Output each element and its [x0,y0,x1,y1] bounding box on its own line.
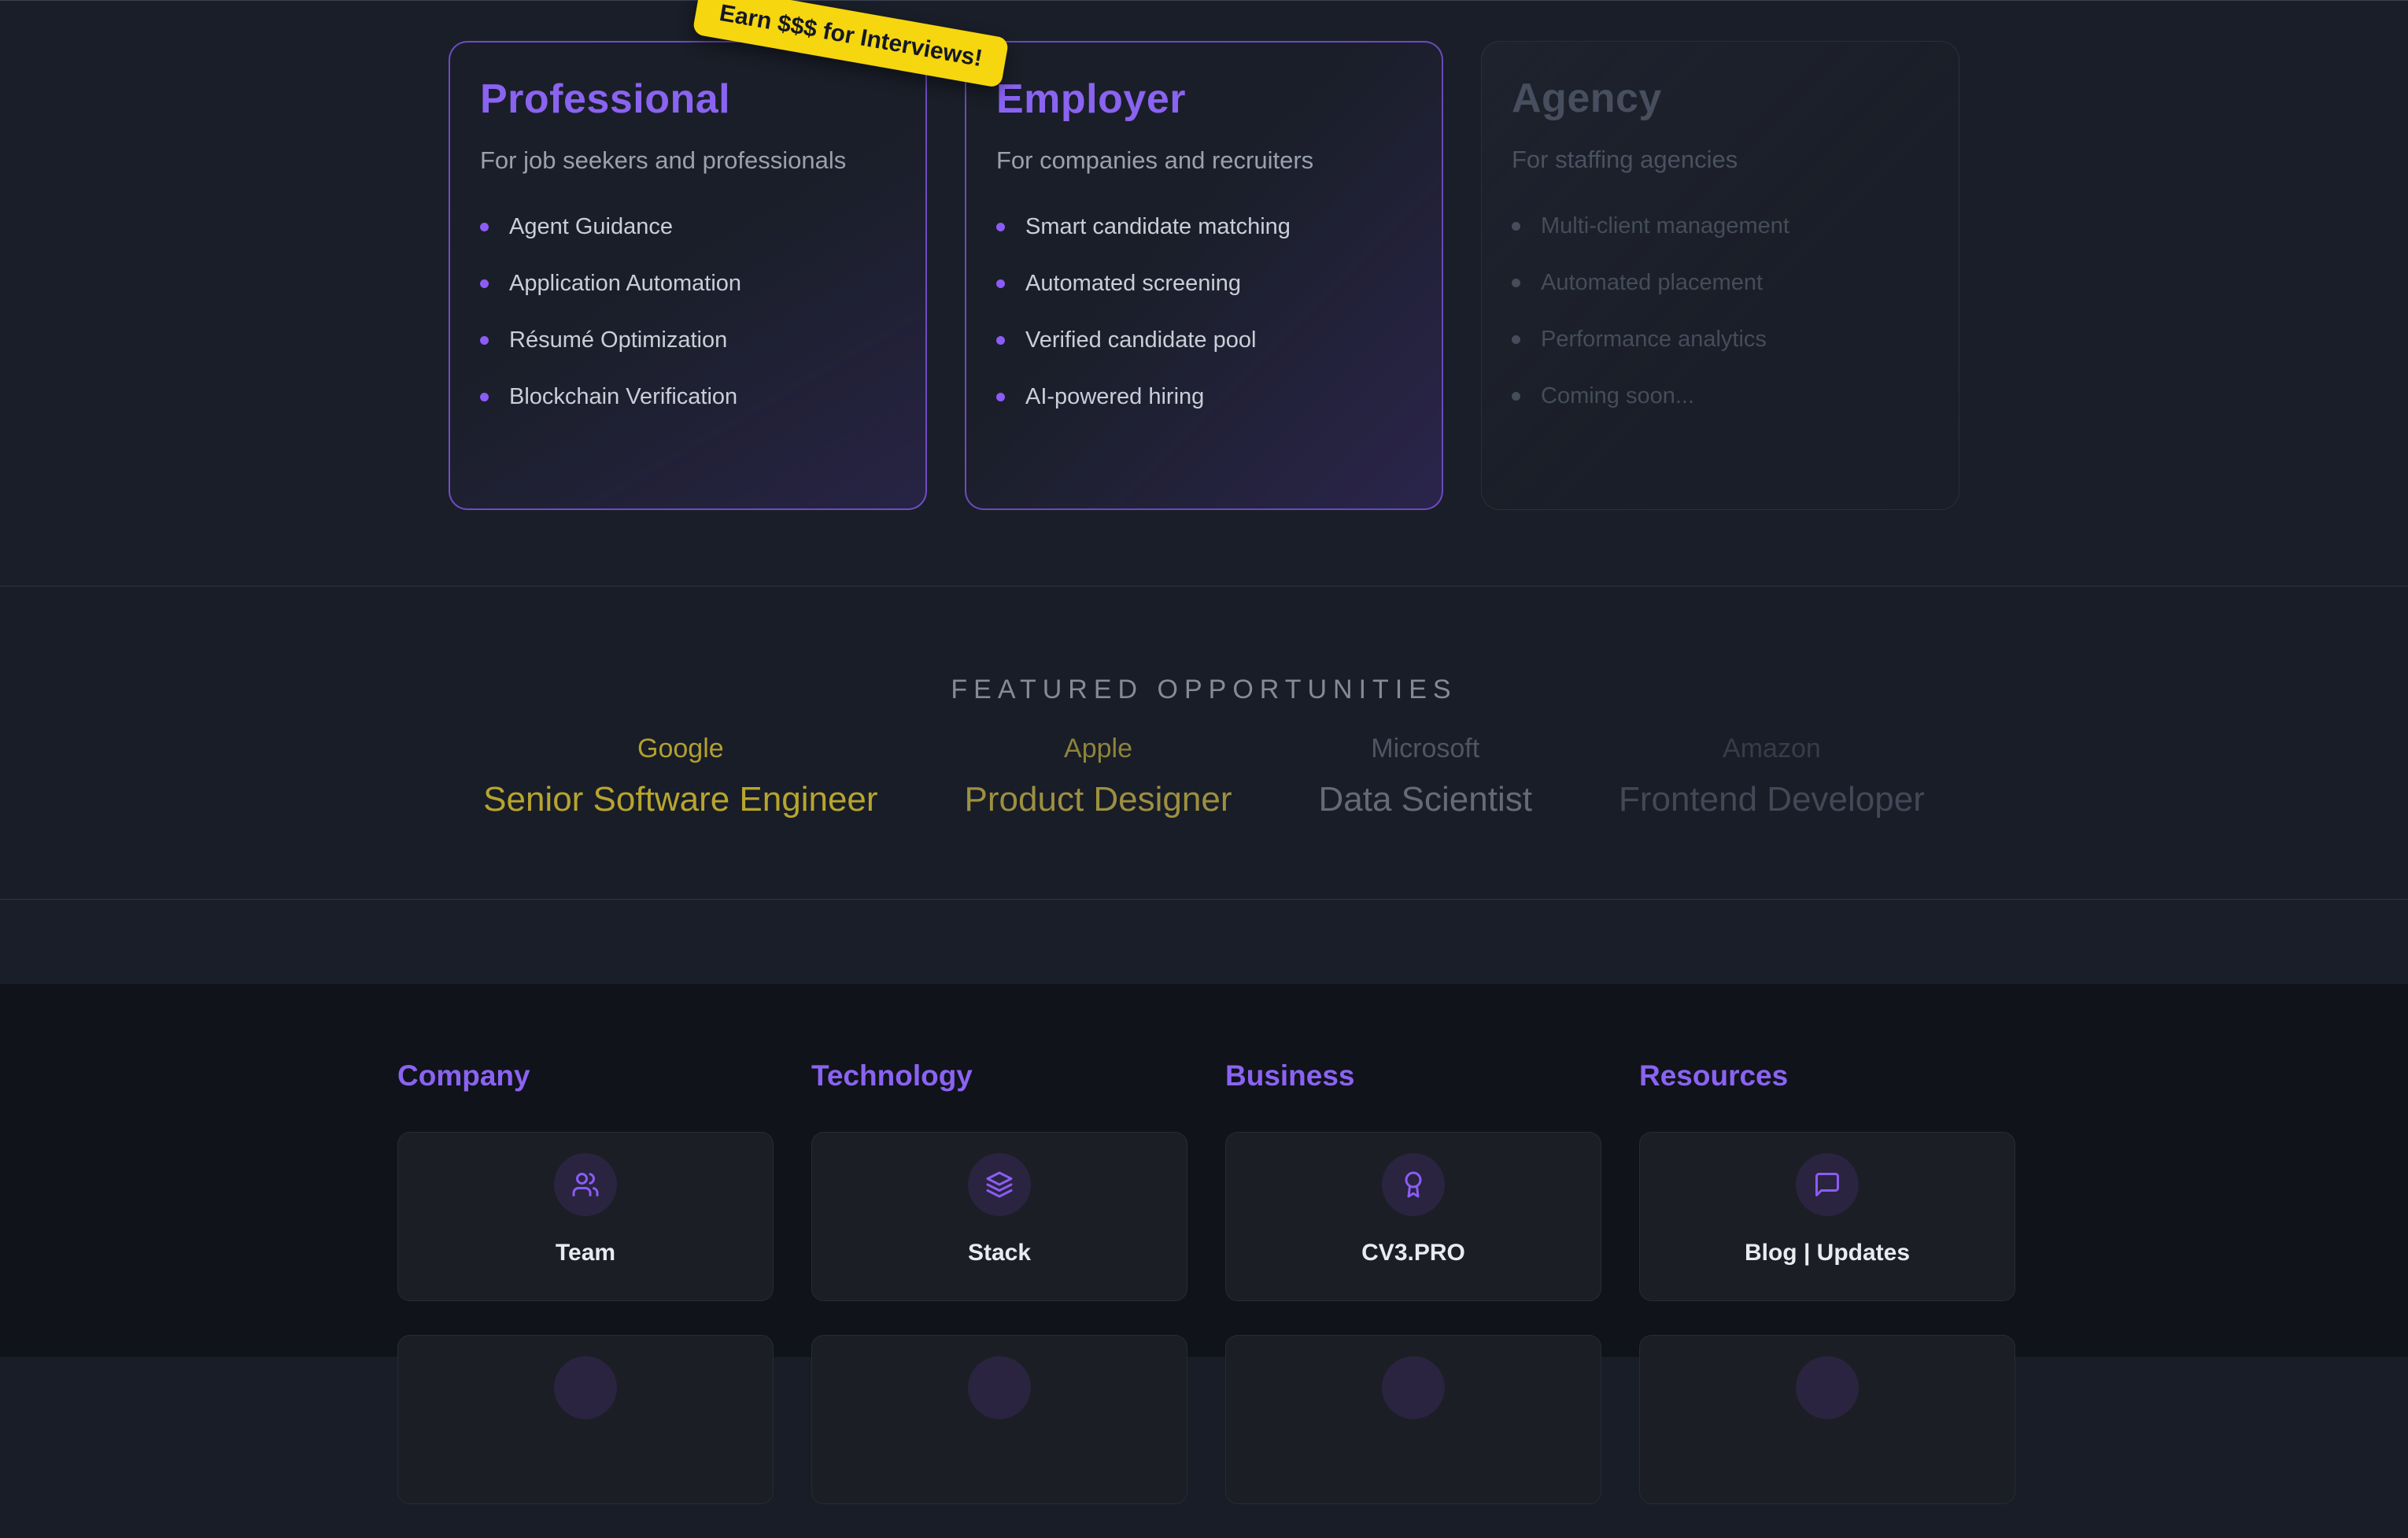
footer-heading: Company [397,1059,774,1092]
plan-feature-label: Verified candidate pool [1025,327,1256,353]
featured-jobs-row: Google Senior Software Engineer Apple Pr… [0,734,2408,819]
job-title: Product Designer [965,780,1232,819]
plan-title: Agency [1512,75,1929,122]
footer-heading: Technology [811,1059,1187,1092]
plan-subtitle: For companies and recruiters [996,146,1412,175]
plan-feature-label: Blockchain Verification [509,384,737,410]
footer-card-partial[interactable] [811,1335,1187,1504]
footer-card-partial[interactable] [1639,1335,2015,1504]
bullet-dot-icon [996,393,1005,401]
featured-job-microsoft[interactable]: Microsoft Data Scientist [1319,734,1532,819]
bullet-dot-icon [996,336,1005,345]
footer-card-label: Team [398,1240,773,1266]
footer-column-company: Company Team [397,1059,774,1538]
featured-opportunities-section: FEATURED OPPORTUNITIES Google Senior Sof… [0,586,2408,899]
plan-feature: Blockchain Verification [480,386,896,409]
plan-feature: Multi-client management [1512,215,1929,238]
plan-feature-label: Automated screening [1025,271,1241,297]
users-icon [554,1153,617,1216]
job-company: Amazon [1619,734,1925,764]
plan-feature-label: Résumé Optimization [509,327,727,353]
plan-feature-list: Multi-client management Automated placem… [1512,215,1929,408]
footer-card-partial[interactable] [397,1335,774,1504]
featured-heading: FEATURED OPPORTUNITIES [0,586,2408,705]
bullet-dot-icon [1512,335,1520,344]
layers-icon [968,1153,1031,1216]
plan-feature-label: Automated placement [1541,270,1763,296]
plan-feature: Coming soon... [1512,385,1929,408]
plan-card-employer[interactable]: Employer For companies and recruiters Sm… [965,41,1443,510]
plan-feature-list: Smart candidate matching Automated scree… [996,216,1412,409]
plan-feature-label: Application Automation [509,271,741,297]
plan-subtitle: For staffing agencies [1512,146,1929,174]
plan-feature: Application Automation [480,272,896,295]
bullet-dot-icon [1512,392,1520,401]
footer-heading: Resources [1639,1059,2015,1092]
job-company: Microsoft [1319,734,1532,764]
plan-feature: Performance analytics [1512,328,1929,351]
plan-feature-list: Agent Guidance Application Automation Ré… [480,216,896,409]
footer-column-technology: Technology Stack [811,1059,1187,1538]
footer-card-team[interactable]: Team [397,1132,774,1301]
plan-feature-label: Agent Guidance [509,214,673,240]
footer-card-icon [554,1356,617,1419]
bullet-dot-icon [1512,279,1520,287]
bullet-dot-icon [996,223,1005,231]
plan-feature: Résumé Optimization [480,329,896,352]
footer-column-business: Business CV3.PRO [1225,1059,1601,1538]
footer-card-label: Blog | Updates [1640,1240,2015,1266]
plan-card-professional[interactable]: Professional For job seekers and profess… [449,41,927,510]
featured-job-google[interactable]: Google Senior Software Engineer [483,734,877,819]
job-company: Google [483,734,877,764]
bullet-dot-icon [1512,222,1520,231]
plan-feature-label: Coming soon... [1541,383,1694,409]
plans-row: Earn $$$ for Interviews! Professional Fo… [449,41,1959,510]
plan-title: Professional [480,76,896,123]
footer-card-blog[interactable]: Blog | Updates [1639,1132,2015,1301]
bullet-dot-icon [480,336,489,345]
footer-card-cv3pro[interactable]: CV3.PRO [1225,1132,1601,1301]
plan-feature-label: Performance analytics [1541,327,1767,353]
footer-card-label: Stack [812,1240,1187,1266]
plan-feature-label: Multi-client management [1541,213,1789,239]
featured-job-amazon[interactable]: Amazon Frontend Developer [1619,734,1925,819]
spacer-band [0,899,2408,984]
plan-subtitle: For job seekers and professionals [480,146,896,175]
plan-feature: Smart candidate matching [996,216,1412,238]
bullet-dot-icon [480,393,489,401]
footer-card-icon [968,1356,1031,1419]
site-footer: Company Team Technology [0,984,2408,1357]
bullet-dot-icon [480,223,489,231]
plan-feature: Verified candidate pool [996,329,1412,352]
plan-feature-label: AI-powered hiring [1025,384,1204,410]
featured-job-apple[interactable]: Apple Product Designer [965,734,1232,819]
plan-feature: Agent Guidance [480,216,896,238]
footer-heading: Business [1225,1059,1601,1092]
job-title: Data Scientist [1319,780,1532,819]
footer-grid: Company Team Technology [0,1059,2408,1538]
footer-card-stack[interactable]: Stack [811,1132,1187,1301]
job-company: Apple [965,734,1232,764]
plan-feature: Automated screening [996,272,1412,295]
footer-card-label: CV3.PRO [1226,1240,1601,1266]
plan-card-agency: Agency For staffing agencies Multi-clien… [1481,41,1959,510]
message-icon [1796,1153,1859,1216]
job-title: Frontend Developer [1619,780,1925,819]
bullet-dot-icon [996,279,1005,288]
award-icon [1382,1153,1445,1216]
plan-title: Employer [996,76,1412,123]
footer-card-icon [1796,1356,1859,1419]
footer-card-icon [1382,1356,1445,1419]
pricing-and-footer-page: Earn $$$ for Interviews! Professional Fo… [0,0,2408,1356]
footer-column-resources: Resources Blog | Updates [1639,1059,2015,1538]
job-title: Senior Software Engineer [483,780,877,819]
footer-card-partial[interactable] [1225,1335,1601,1504]
bullet-dot-icon [480,279,489,288]
plans-section: Earn $$$ for Interviews! Professional Fo… [0,0,2408,586]
plan-feature: AI-powered hiring [996,386,1412,409]
plan-feature-label: Smart candidate matching [1025,214,1291,240]
plan-feature: Automated placement [1512,272,1929,294]
